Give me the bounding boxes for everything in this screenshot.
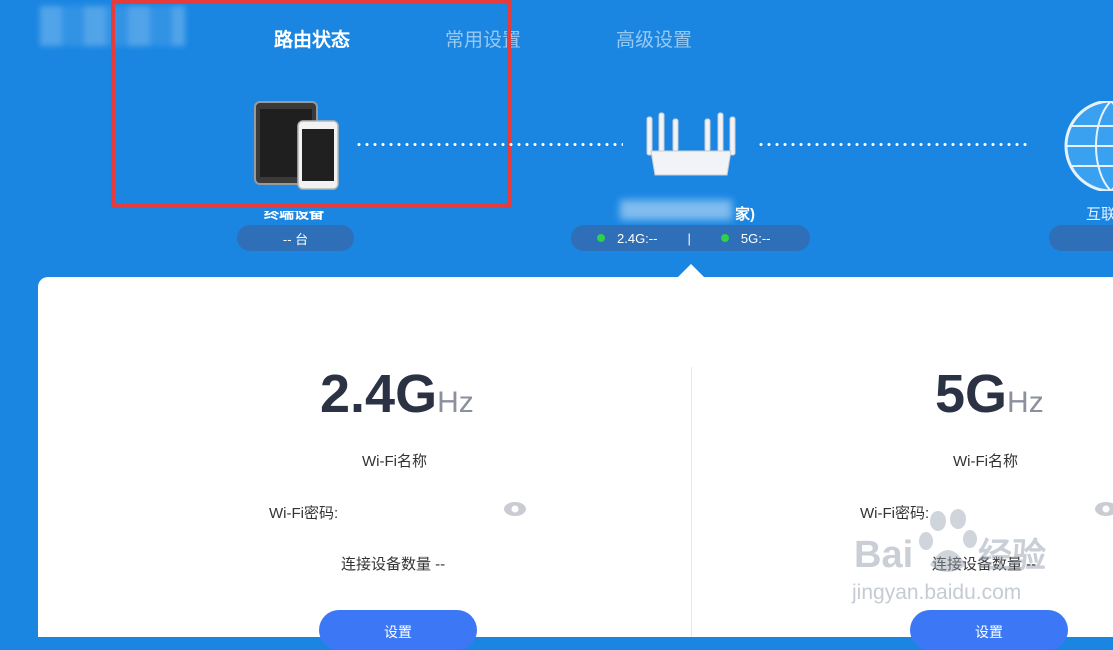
router-band-status-pill: 2.4G:-- | 5G:-- — [571, 225, 810, 251]
wifi-24g-name-label: Wi-Fi名称 — [362, 453, 427, 470]
tab-advanced-settings[interactable]: 高级设置 — [616, 25, 692, 52]
show-password-24g-eye-icon[interactable] — [504, 502, 526, 516]
link-devices-router — [355, 143, 623, 146]
tab-common-settings[interactable]: 常用设置 — [445, 25, 521, 52]
band-24g-value: 2.4G — [320, 364, 438, 424]
band-24g-unit: Hz — [437, 386, 474, 419]
wifi-5g-connected-count: 连接设备数量 -- — [932, 556, 1037, 573]
wifi-24g-settings-button[interactable]: 设置 — [319, 610, 477, 650]
panel-pointer — [678, 264, 704, 277]
router-name: 家) — [735, 206, 755, 223]
link-router-internet — [757, 143, 1027, 146]
devices-icon[interactable] — [254, 101, 340, 191]
logo-blurred — [40, 6, 185, 46]
wifi-5g-password-label: Wi-Fi密码: — [860, 505, 930, 522]
wifi-24g-connected-count: 连接设备数量 -- — [341, 556, 446, 573]
wifi-panel: 2.4GHz Wi-Fi名称 Wi-Fi密码: 连接设备数量 -- 设置 5GH… — [38, 277, 1113, 650]
band-5g-title: 5GHz — [935, 363, 1044, 425]
internet-globe-icon[interactable] — [1063, 99, 1113, 193]
band-5g-status: 5G:-- — [740, 230, 771, 246]
router-icon[interactable] — [643, 111, 739, 181]
panel-divider — [691, 367, 692, 637]
router-name-blurred — [620, 200, 732, 220]
band-5g-value: 5G — [935, 364, 1008, 424]
show-password-5g-eye-icon[interactable] — [1095, 502, 1113, 516]
wifi-24g-password-label: Wi-Fi密码: — [269, 505, 339, 522]
band-separator: | — [687, 230, 691, 246]
status-dot-24g — [597, 234, 605, 242]
band-24g-title: 2.4GHz — [320, 363, 474, 425]
devices-count: -- 台 — [282, 231, 309, 247]
band-5g-unit: Hz — [1007, 386, 1044, 419]
devices-count-pill: -- 台 — [237, 225, 354, 251]
band-24g-status: 2.4G:-- — [617, 230, 658, 246]
devices-label: 终端设备 — [264, 205, 325, 222]
internet-label: 互联 — [1086, 206, 1113, 223]
tab-router-status[interactable]: 路由状态 — [274, 25, 350, 52]
status-dot-5g — [720, 234, 729, 242]
wifi-5g-settings-button[interactable]: 设置 — [910, 610, 1068, 650]
internet-status-pill — [1049, 225, 1113, 251]
wifi-5g-name-label: Wi-Fi名称 — [953, 453, 1018, 470]
